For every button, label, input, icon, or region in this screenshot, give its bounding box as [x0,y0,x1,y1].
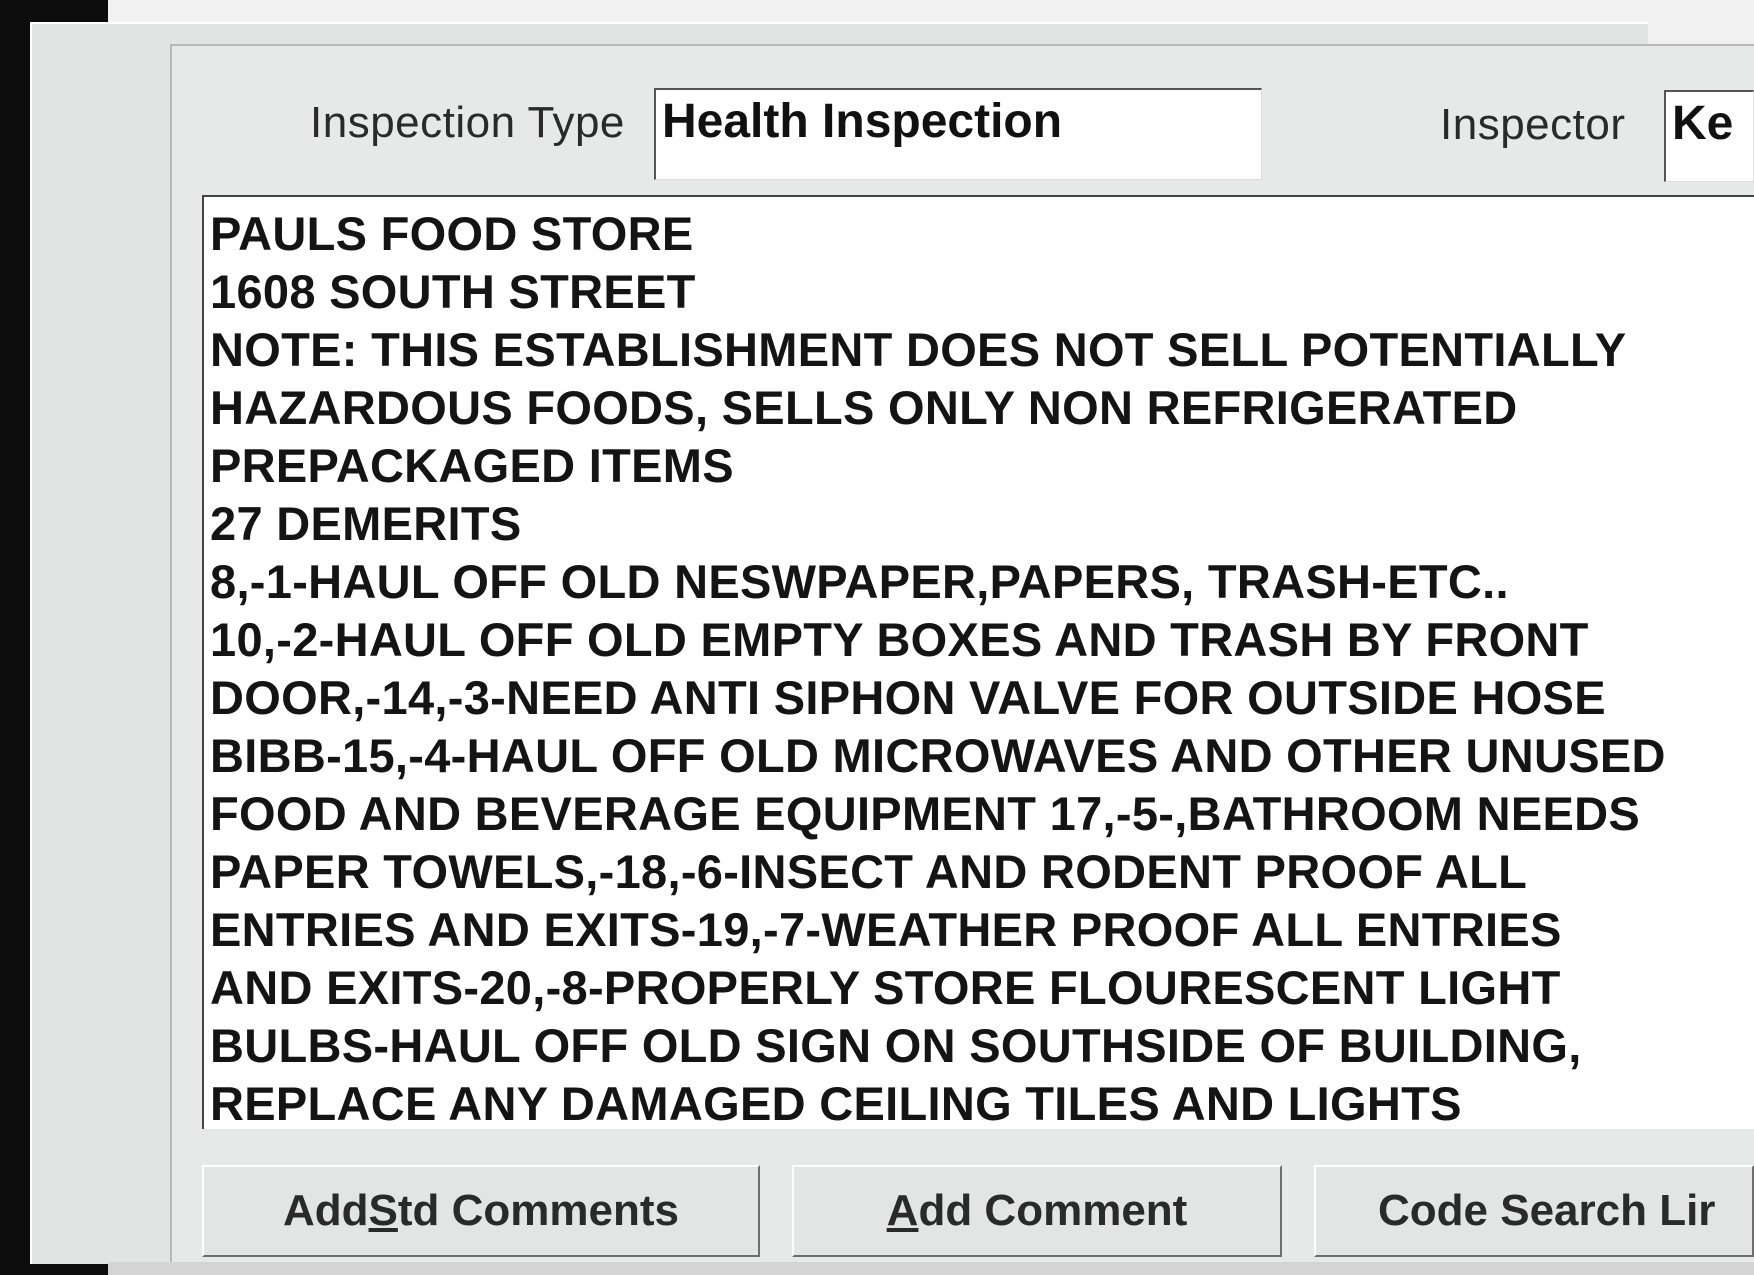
add-std-comments-label-pre: Add [282,1186,369,1235]
comment-line: BULBS-HAUL OFF OLD SIGN ON SOUTHSIDE OF … [210,1019,1582,1072]
add-std-comments-mnemonic: S [368,1186,398,1235]
comment-line: BIBB-15,-4-HAUL OFF OLD MICROWAVES AND O… [210,729,1666,782]
code-search-button[interactable]: Code Search Lir [1314,1165,1754,1257]
comment-line: HAZARDOUS FOODS, SELLS ONLY NON REFRIGER… [210,381,1518,434]
scan-bottom-band [108,1262,1754,1275]
comment-line: PAULS FOOD STORE [210,207,694,260]
add-comment-button[interactable]: Add Comment [792,1165,1282,1257]
inspection-type-label: Inspection Type [310,98,625,147]
add-comment-mnemonic: A [886,1186,919,1235]
add-std-comments-button[interactable]: Add Std Comments [202,1165,760,1257]
comment-line: PAPER TOWELS,-18,-6-INSECT AND RODENT PR… [210,845,1528,898]
add-std-comments-label-post: td Comments [397,1186,679,1235]
comment-line: 10,-2-HAUL OFF OLD EMPTY BOXES AND TRASH… [210,613,1589,666]
comment-line: FOOD AND BEVERAGE EQUIPMENT 17,-5-,BATHR… [210,787,1641,840]
comment-line: REPLACE ANY DAMAGED CEILING TILES AND LI… [210,1077,1462,1129]
comment-line: ENTRIES AND EXITS-19,-7-WEATHER PROOF AL… [210,903,1562,956]
comment-line: NOTE: THIS ESTABLISHMENT DOES NOT SELL P… [210,323,1627,376]
comment-line: PREPACKAGED ITEMS [210,439,734,492]
code-search-label: Code Search Lir [1378,1186,1716,1235]
comment-line: 1608 SOUTH STREET [210,265,696,318]
comment-line: 27 DEMERITS [210,497,522,550]
add-comment-label-post: dd Comment [918,1186,1188,1235]
comment-line: AND EXITS-20,-8-PROPERLY STORE FLOURESCE… [210,961,1561,1014]
inspector-label: Inspector [1440,100,1626,149]
inspection-type-field[interactable]: Health Inspection [654,88,1262,180]
inspection-comments-textarea[interactable]: PAULS FOOD STORE 1608 SOUTH STREET NOTE:… [202,195,1754,1129]
comment-line: 8,-1-HAUL OFF OLD NESWPAPER,PAPERS, TRAS… [210,555,1509,608]
inspector-field[interactable]: Ke [1664,90,1754,182]
comment-line: DOOR,-14,-3-NEED ANTI SIPHON VALVE FOR O… [210,671,1606,724]
